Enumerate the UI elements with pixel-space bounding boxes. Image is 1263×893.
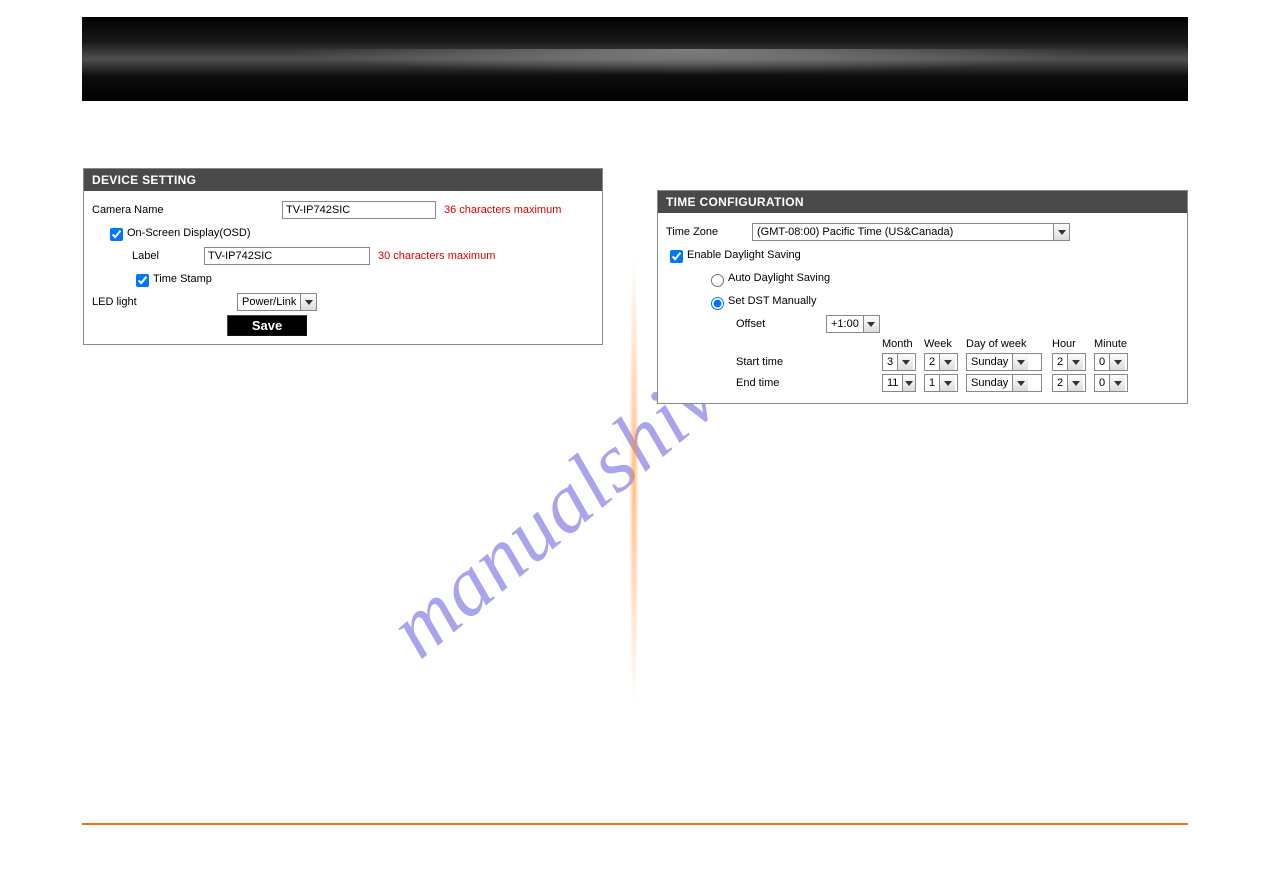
end-hour-value: 2: [1053, 377, 1067, 389]
led-light-label: LED light: [92, 296, 237, 308]
offset-label: Offset: [736, 318, 826, 330]
chevron-down-icon: [1053, 224, 1069, 240]
manual-dst-radio[interactable]: [711, 297, 724, 310]
timezone-value: (GMT-08:00) Pacific Time (US&Canada): [753, 226, 957, 238]
chevron-down-icon: [863, 316, 879, 332]
end-time-label: End time: [736, 377, 882, 389]
end-month-select[interactable]: 11: [882, 374, 916, 392]
chevron-down-icon: [1012, 375, 1028, 391]
col-week: Week: [924, 338, 966, 350]
col-minute: Minute: [1094, 338, 1136, 350]
start-dow-select[interactable]: Sunday: [966, 353, 1042, 371]
start-month-select[interactable]: 3: [882, 353, 916, 371]
enable-dst-label: Enable Daylight Saving: [687, 249, 801, 261]
col-dow: Day of week: [966, 338, 1052, 350]
timezone-select[interactable]: (GMT-08:00) Pacific Time (US&Canada): [752, 223, 1070, 241]
camera-name-label: Camera Name: [92, 204, 282, 216]
led-light-value: Power/Link: [238, 296, 300, 308]
chevron-down-icon: [1109, 375, 1125, 391]
start-week-value: 2: [925, 356, 939, 368]
start-time-label: Start time: [736, 356, 882, 368]
save-button[interactable]: Save: [227, 315, 307, 336]
chevron-down-icon: [939, 354, 955, 370]
auto-dst-radio[interactable]: [711, 274, 724, 287]
footer-divider: [82, 823, 1188, 825]
end-hour-select[interactable]: 2: [1052, 374, 1086, 392]
chevron-down-icon: [300, 294, 316, 310]
chevron-down-icon: [902, 375, 915, 391]
end-week-value: 1: [925, 377, 939, 389]
led-light-select[interactable]: Power/Link: [237, 293, 317, 311]
camera-name-hint: 36 characters maximum: [444, 204, 561, 216]
end-minute-select[interactable]: 0: [1094, 374, 1128, 392]
start-hour-value: 2: [1053, 356, 1067, 368]
enable-dst-checkbox[interactable]: [670, 250, 683, 263]
osd-checkbox[interactable]: [110, 228, 123, 241]
chevron-down-icon: [1067, 354, 1083, 370]
osd-label: On-Screen Display(OSD): [127, 227, 250, 239]
start-minute-select[interactable]: 0: [1094, 353, 1128, 371]
time-configuration-title: TIME CONFIGURATION: [658, 191, 1187, 213]
chevron-down-icon: [1067, 375, 1083, 391]
start-week-select[interactable]: 2: [924, 353, 958, 371]
camera-name-input[interactable]: [282, 201, 436, 219]
offset-select[interactable]: +1:00: [826, 315, 880, 333]
end-month-value: 11: [883, 377, 902, 389]
manual-dst-label: Set DST Manually: [728, 295, 816, 307]
chevron-down-icon: [897, 354, 913, 370]
start-month-value: 3: [883, 356, 897, 368]
column-divider: [627, 155, 641, 805]
offset-value: +1:00: [827, 318, 863, 330]
label-input[interactable]: [204, 247, 370, 265]
chevron-down-icon: [1012, 354, 1028, 370]
device-setting-panel: DEVICE SETTING Camera Name 36 characters…: [83, 168, 603, 345]
time-configuration-panel: TIME CONFIGURATION Time Zone (GMT-08:00)…: [657, 190, 1188, 404]
col-month: Month: [882, 338, 924, 350]
end-dow-select[interactable]: Sunday: [966, 374, 1042, 392]
label-label: Label: [132, 250, 204, 262]
top-banner: [82, 17, 1188, 101]
end-week-select[interactable]: 1: [924, 374, 958, 392]
start-dow-value: Sunday: [967, 356, 1012, 368]
chevron-down-icon: [1109, 354, 1125, 370]
timezone-label: Time Zone: [666, 226, 752, 238]
end-minute-value: 0: [1095, 377, 1109, 389]
timestamp-checkbox[interactable]: [136, 274, 149, 287]
timestamp-label: Time Stamp: [153, 273, 212, 285]
chevron-down-icon: [939, 375, 955, 391]
start-minute-value: 0: [1095, 356, 1109, 368]
start-hour-select[interactable]: 2: [1052, 353, 1086, 371]
label-hint: 30 characters maximum: [378, 250, 495, 262]
device-setting-title: DEVICE SETTING: [84, 169, 602, 191]
end-dow-value: Sunday: [967, 377, 1012, 389]
auto-dst-label: Auto Daylight Saving: [728, 272, 830, 284]
col-hour: Hour: [1052, 338, 1094, 350]
